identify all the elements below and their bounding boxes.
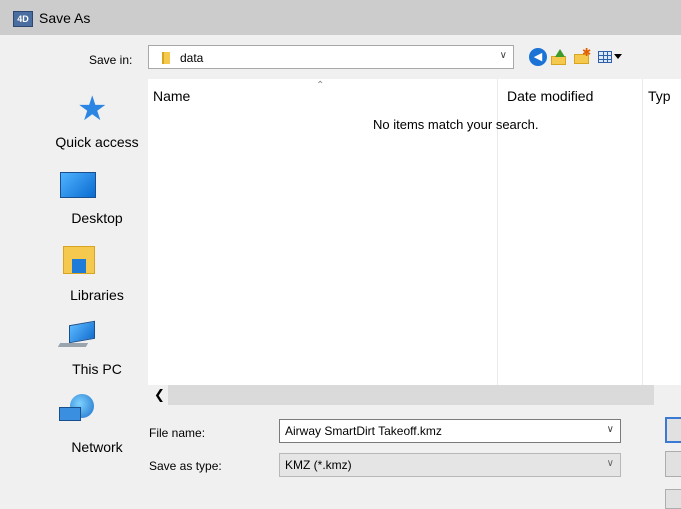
file-name-input[interactable]: Airway SmartDirt Takeoff.kmz ∨ (279, 419, 621, 443)
chevron-down-icon[interactable]: ∨ (607, 458, 614, 469)
file-list[interactable]: ⌃ Name Date modified Typ No items match … (148, 79, 681, 405)
title-bar[interactable]: 4D Save As (0, 0, 681, 35)
scrollbar-track[interactable] (168, 385, 654, 405)
empty-message: No items match your search. (373, 117, 539, 132)
horizontal-scrollbar[interactable]: ❮ (148, 385, 681, 405)
place-desktop[interactable]: Desktop (47, 168, 147, 232)
app-icon: 4D (13, 11, 33, 27)
sort-ascending-icon: ⌃ (316, 80, 325, 91)
help-button[interactable] (665, 489, 681, 509)
file-name-value: Airway SmartDirt Takeoff.kmz (285, 424, 442, 438)
place-label: Libraries (70, 287, 124, 303)
column-header-name[interactable]: Name (153, 88, 190, 104)
folder-icon (162, 52, 170, 64)
libraries-icon (63, 246, 95, 274)
scroll-left-icon[interactable]: ❮ (154, 387, 165, 403)
column-divider (642, 79, 643, 385)
place-quick-access[interactable]: ★ Quick access (47, 86, 147, 156)
place-label: Network (71, 439, 123, 455)
cancel-button[interactable] (665, 451, 681, 477)
place-label: Quick access (55, 134, 139, 150)
place-libraries[interactable]: Libraries (47, 241, 147, 307)
save-as-type-label: Save as type: (149, 459, 222, 473)
place-this-pc[interactable]: This PC (47, 317, 147, 381)
file-name-label: File name: (149, 426, 206, 440)
place-label: This PC (72, 361, 122, 377)
desktop-icon (60, 172, 96, 198)
place-label: Desktop (71, 210, 123, 226)
chevron-down-icon[interactable]: ∨ (607, 424, 614, 435)
column-header-type[interactable]: Typ (648, 88, 671, 104)
window-title: Save As (39, 10, 91, 26)
save-in-value: data (180, 51, 204, 65)
column-header-date-modified[interactable]: Date modified (507, 88, 593, 104)
places-bar: ★ Quick access Desktop Libraries This PC… (47, 86, 147, 466)
save-in-dropdown[interactable]: data ∨ (148, 45, 514, 69)
up-folder-icon[interactable] (550, 48, 568, 66)
save-button[interactable] (665, 417, 681, 443)
view-menu-icon[interactable] (598, 48, 624, 66)
new-folder-icon[interactable]: ✱ (573, 47, 591, 66)
place-network[interactable]: Network (47, 391, 147, 455)
chevron-down-icon: ∨ (499, 50, 507, 61)
save-as-type-value: KMZ (*.kmz) (285, 458, 352, 472)
this-pc-icon (69, 320, 95, 344)
save-as-type-select[interactable]: KMZ (*.kmz) ∨ (279, 453, 621, 477)
save-in-label: Save in: (89, 53, 133, 67)
quick-access-star-icon: ★ (77, 90, 108, 128)
back-icon[interactable]: ◀ (529, 48, 547, 66)
